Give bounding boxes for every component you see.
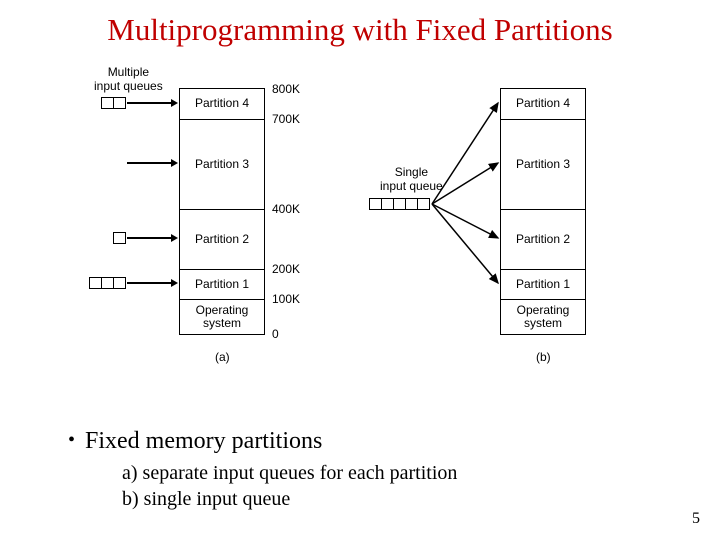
arrow-p3	[127, 162, 172, 164]
arrowhead-p2	[171, 234, 178, 242]
arrow-p2	[127, 237, 172, 239]
label-multi-queue: Multiple input queues	[94, 66, 163, 94]
cell-p4-b: Partition 4	[501, 89, 585, 119]
size-200k: 200K	[272, 262, 300, 276]
arrow-p4	[127, 102, 172, 104]
sub-b: (b)	[536, 350, 551, 364]
cell-p2-a: Partition 2	[180, 209, 264, 269]
qbox	[417, 198, 430, 210]
sub-line-a: a) separate input queues for each partit…	[122, 461, 457, 487]
arrow-p1	[127, 282, 172, 284]
queue-p2	[114, 232, 126, 244]
arrowhead-p4	[171, 99, 178, 107]
size-100k: 100K	[272, 292, 300, 306]
size-400k: 400K	[272, 202, 300, 216]
slide-title: Multiprogramming with Fixed Partitions	[0, 0, 720, 48]
cell-p4-a: Partition 4	[180, 89, 264, 119]
size-700k: 700K	[272, 112, 300, 126]
arrowhead-p3	[171, 159, 178, 167]
cell-p2-b: Partition 2	[501, 209, 585, 269]
size-800k: 800K	[272, 82, 300, 96]
cell-p1-b: Partition 1	[501, 269, 585, 299]
cell-os-a: Operating system	[180, 299, 264, 334]
arrowhead-p1	[171, 279, 178, 287]
bullet-block: • Fixed memory partitions a) separate in…	[68, 428, 457, 512]
size-0: 0	[272, 327, 279, 341]
sub-line-b: b) single input queue	[122, 487, 457, 513]
queue-p1	[90, 277, 126, 289]
cell-p3-a: Partition 3	[180, 119, 264, 209]
qbox	[113, 97, 126, 109]
tower-b: Partition 4 Partition 3 Partition 2 Part…	[500, 88, 586, 335]
figure: Partition 4 Partition 3 Partition 2 Part…	[0, 58, 720, 428]
tower-a: Partition 4 Partition 3 Partition 2 Part…	[179, 88, 265, 335]
queue-p4	[102, 97, 126, 109]
fan-arrows	[430, 88, 505, 298]
bullet-dot-icon: •	[68, 429, 75, 452]
queue-single	[370, 198, 430, 210]
cell-p3-b: Partition 3	[501, 119, 585, 209]
bullet-text: Fixed memory partitions	[85, 428, 322, 455]
cell-p1-a: Partition 1	[180, 269, 264, 299]
qbox	[113, 232, 126, 244]
cell-os-b: Operating system	[501, 299, 585, 334]
sub-a: (a)	[215, 350, 230, 364]
page-number: 5	[692, 510, 700, 528]
qbox	[113, 277, 126, 289]
